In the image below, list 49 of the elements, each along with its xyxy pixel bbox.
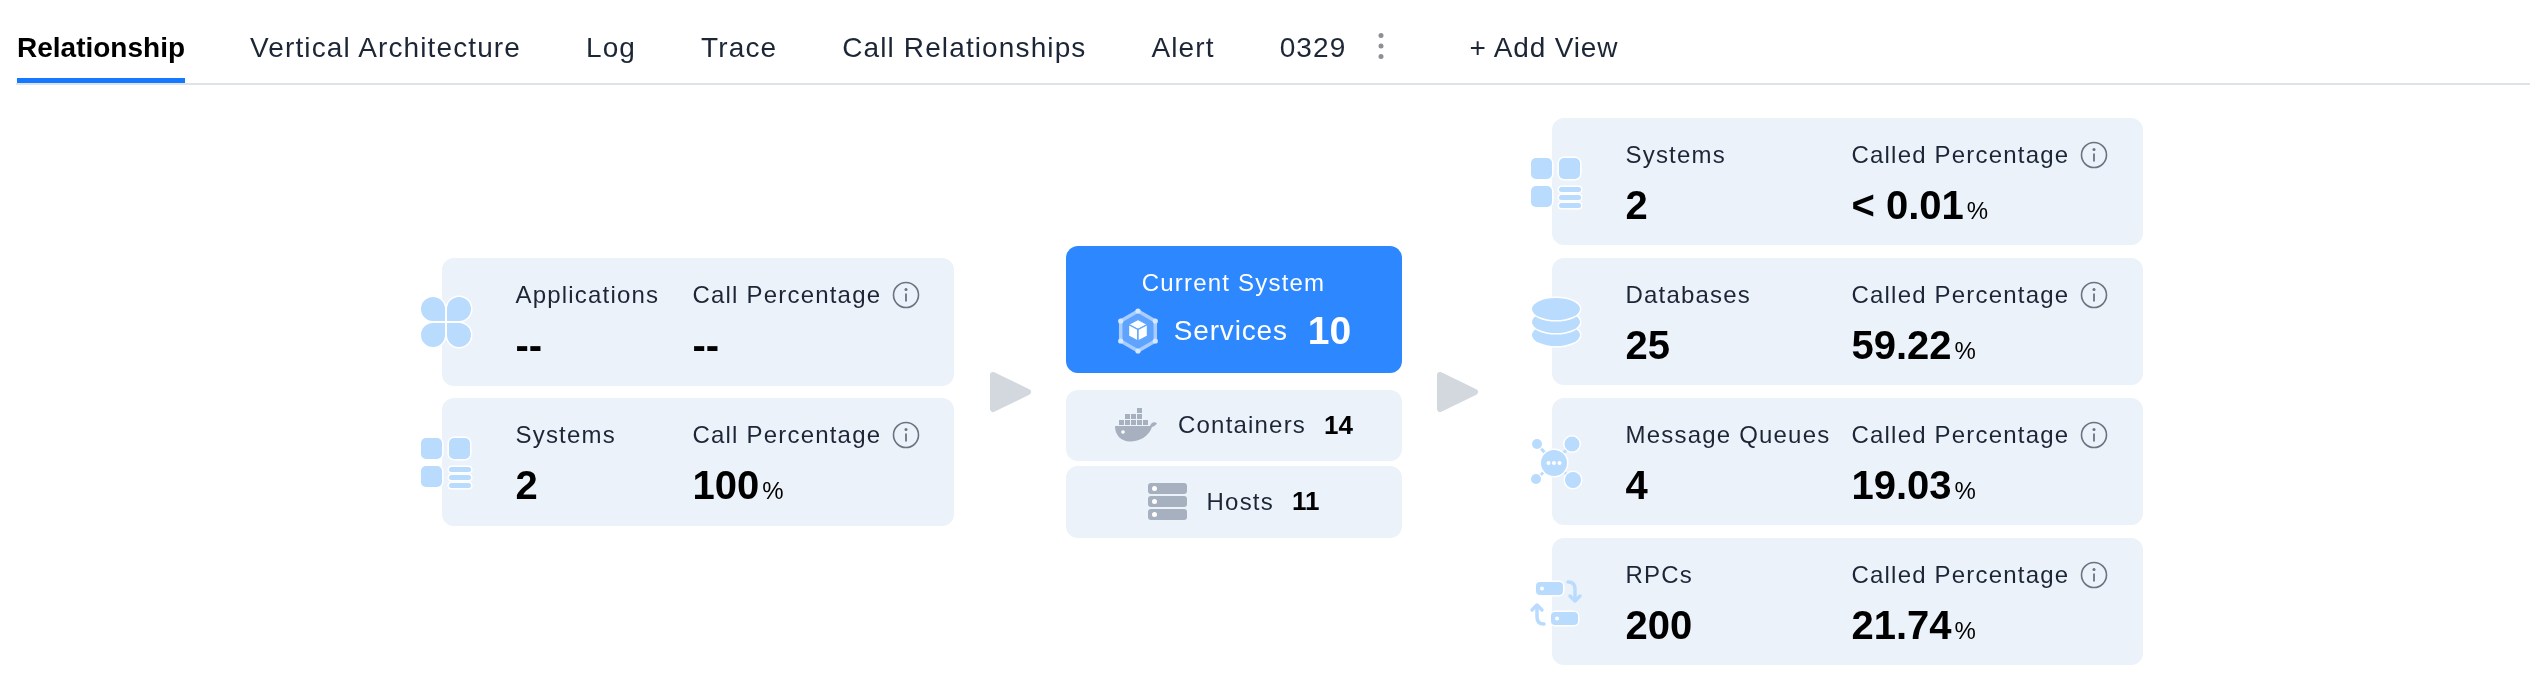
info-icon[interactable] (2080, 141, 2109, 169)
percentage-label: Called Percentage (1851, 560, 2070, 590)
stat-label: Systems (1625, 140, 1727, 170)
percentage-value: 19.03% (1851, 462, 1978, 509)
resource-label: Hosts (1206, 487, 1274, 516)
info-icon[interactable] (892, 420, 921, 449)
stat-count: 4 (1625, 462, 1649, 509)
tab[interactable]: 0329 (1279, 0, 1347, 83)
percentage-value: 100% (692, 461, 786, 509)
stat-label: Systems (515, 419, 617, 450)
resource-count: 11 (1291, 486, 1320, 517)
tab[interactable]: Trace (701, 0, 778, 83)
stat-count: -- (515, 321, 544, 369)
resource-count: 14 (1324, 409, 1353, 441)
whale-icon (1114, 408, 1158, 442)
hexagon-cube-icon (1115, 307, 1160, 354)
tab[interactable]: Vertical Architecture (250, 0, 521, 83)
percentage-value: 59.22% (1851, 322, 1978, 369)
stat-label: RPCs (1625, 560, 1694, 590)
server-icon (1147, 483, 1187, 520)
percentage-value: < 0.01% (1851, 182, 1990, 229)
percentage-value: 21.74% (1851, 602, 1978, 649)
info-icon[interactable] (2080, 561, 2109, 589)
percentage-label: Called Percentage (1851, 280, 2070, 310)
stat-count: 2 (1625, 182, 1649, 229)
current-system-title: Current System (1141, 267, 1326, 298)
add-view-button[interactable]: + Add View (1469, 0, 1619, 83)
stat-label: Applications (515, 279, 661, 310)
tab[interactable]: Log (586, 0, 637, 83)
tab[interactable]: Call Relationships (842, 0, 1087, 83)
info-icon[interactable] (2080, 421, 2109, 449)
stat-count: 200 (1625, 602, 1694, 649)
percentage-label: Call Percentage (692, 279, 882, 310)
stat-count: 25 (1625, 322, 1671, 369)
percentage-label: Called Percentage (1851, 140, 2070, 170)
services-count: 10 (1307, 308, 1352, 353)
tab[interactable]: Relationship (17, 0, 185, 83)
tab[interactable]: Alert (1151, 0, 1215, 83)
stat-count: 2 (515, 461, 539, 509)
more-options-icon[interactable] (1377, 32, 1386, 60)
percentage-label: Call Percentage (692, 419, 882, 450)
info-icon[interactable] (2080, 281, 2109, 309)
info-icon[interactable] (892, 280, 921, 309)
stat-label: Databases (1625, 280, 1753, 310)
resource-label: Containers (1178, 411, 1307, 439)
percentage-value: -- (692, 321, 721, 369)
services-label: Services (1173, 314, 1288, 347)
percentage-label: Called Percentage (1851, 420, 2070, 450)
stat-label: Message Queues (1625, 420, 1832, 450)
